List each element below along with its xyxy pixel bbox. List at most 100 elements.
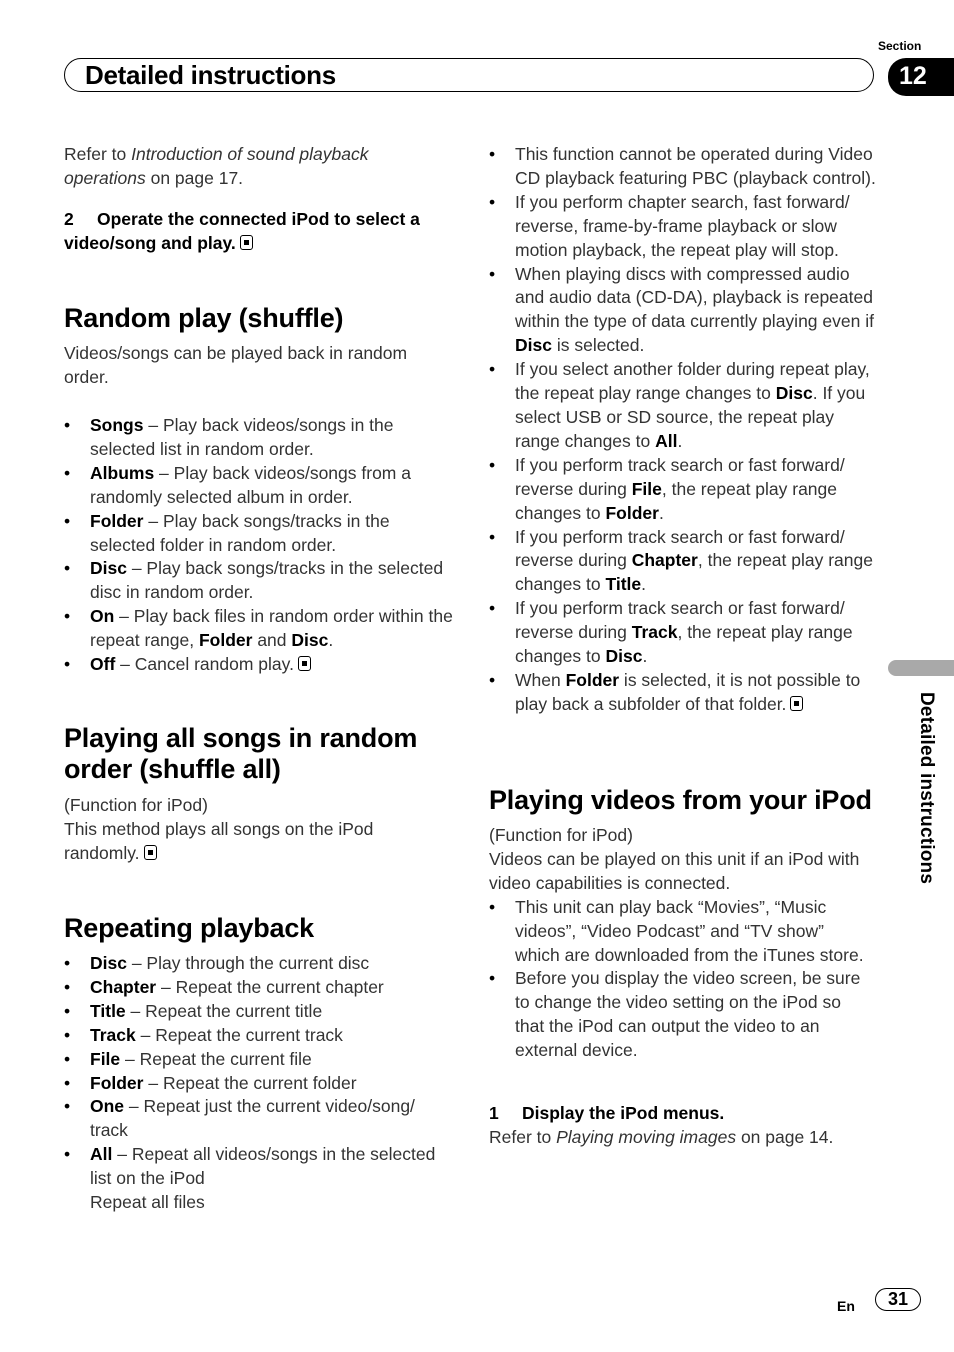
list-item: If you perform track search or fast forw… bbox=[489, 597, 881, 669]
list-item: One – Repeat just the current video/song… bbox=[64, 1095, 444, 1143]
list-item: Off – Cancel random play. bbox=[64, 653, 456, 677]
term: Chapter bbox=[90, 976, 157, 997]
end-mark-icon bbox=[297, 656, 311, 672]
list-item: Folder – Play back songs/tracks in the s… bbox=[64, 510, 456, 558]
term: All bbox=[90, 1144, 113, 1165]
desc: When bbox=[515, 669, 566, 690]
term: Folder bbox=[90, 1072, 144, 1093]
term: Folder bbox=[198, 630, 253, 651]
refer-paragraph: Refer to Playing moving images on page 1… bbox=[489, 1126, 879, 1150]
step-number: 2 bbox=[64, 209, 74, 229]
list-item: This unit can play back “Movies”, “Music… bbox=[489, 896, 869, 968]
refer-suffix: on page 14. bbox=[736, 1127, 834, 1147]
desc: – Repeat the current title bbox=[125, 1000, 323, 1021]
list-item: Albums – Play back videos/songs from a r… bbox=[64, 462, 456, 510]
list-item: Before you display the video screen, be … bbox=[489, 967, 869, 1063]
desc: . bbox=[328, 630, 334, 651]
desc-extra: Repeat all files bbox=[90, 1192, 205, 1213]
desc: . bbox=[642, 646, 648, 667]
term: Disc bbox=[291, 630, 329, 651]
header-bar: Detailed instructions bbox=[64, 58, 874, 92]
step-2: 2 Operate the connected iPod to select a … bbox=[64, 208, 454, 256]
list-item: Chapter – Repeat the current chapter bbox=[64, 976, 444, 1000]
list-item: All – Repeat all videos/songs in the sel… bbox=[64, 1143, 444, 1215]
heading-random-play: Random play (shuffle) bbox=[64, 303, 344, 333]
side-tab-label: Detailed instructions bbox=[916, 692, 937, 885]
end-mark-icon bbox=[143, 844, 157, 860]
desc: – Repeat the current track bbox=[135, 1024, 343, 1045]
desc: . bbox=[641, 574, 647, 595]
list-item: File – Repeat the current file bbox=[64, 1048, 444, 1072]
random-play-list: Songs – Play back videos/songs in the se… bbox=[64, 414, 456, 677]
step-1: 1 Display the iPod menus. bbox=[489, 1102, 879, 1126]
list-item: Songs – Play back videos/songs in the se… bbox=[64, 414, 456, 462]
term: Songs bbox=[90, 415, 144, 435]
desc: – Repeat the current chapter bbox=[156, 976, 384, 997]
page-number: 31 bbox=[875, 1288, 921, 1311]
function-note: (Function for iPod) bbox=[64, 795, 208, 815]
section-label: Section bbox=[878, 39, 922, 53]
videos-list: This unit can play back “Movies”, “Music… bbox=[489, 896, 869, 1063]
desc: is selected. bbox=[551, 335, 645, 356]
desc: – Repeat just the current video/song/ tr… bbox=[90, 1096, 415, 1141]
videos-body: (Function for iPod) Videos can be played… bbox=[489, 824, 869, 1063]
list-item: When Folder is selected, it is not possi… bbox=[489, 669, 881, 717]
function-note: (Function for iPod) bbox=[489, 825, 633, 845]
heading-repeating-playback: Repeating playback bbox=[64, 913, 314, 943]
desc: – Repeat the current file bbox=[120, 1048, 312, 1069]
term: Albums bbox=[90, 462, 155, 483]
desc: – Repeat the current folder bbox=[143, 1072, 357, 1093]
term: Title bbox=[90, 1000, 126, 1021]
heading-playing-videos: Playing videos from your iPod bbox=[489, 785, 872, 815]
heading-shuffle-all: Playing all songs in random order (shuff… bbox=[64, 723, 418, 784]
list-item: If you select another folder during repe… bbox=[489, 358, 881, 454]
term: Disc bbox=[515, 335, 552, 356]
list-item: Title – Repeat the current title bbox=[64, 1000, 444, 1024]
term: Track bbox=[631, 622, 678, 643]
videos-desc: Videos can be played on this unit if an … bbox=[489, 848, 860, 893]
desc: . bbox=[658, 502, 664, 523]
desc: and bbox=[252, 630, 292, 651]
list-item: On – Play back files in random order wit… bbox=[64, 605, 456, 653]
term: Folder bbox=[565, 669, 620, 690]
intro-paragraph: Refer to Introduction of sound playback … bbox=[64, 143, 454, 191]
term: Off bbox=[90, 654, 116, 675]
repeat-notes-list: This function cannot be operated during … bbox=[489, 143, 881, 717]
desc: – Repeat all videos/songs in the selecte… bbox=[90, 1144, 436, 1189]
shuffle-all-body: (Function for iPod) This method plays al… bbox=[64, 794, 414, 866]
desc: When playing discs with compressed audio… bbox=[515, 263, 874, 332]
language-label: En bbox=[837, 1298, 855, 1314]
term: On bbox=[90, 606, 115, 627]
term: Folder bbox=[90, 510, 144, 531]
list-item: If you perform chapter search, fast forw… bbox=[489, 191, 881, 263]
list-item: Disc – Play through the current disc bbox=[64, 952, 444, 976]
list-item: Track – Repeat the current track bbox=[64, 1024, 444, 1048]
desc: – Play back songs/tracks in the selected… bbox=[90, 558, 444, 603]
repeat-list: Disc – Play through the current disc Cha… bbox=[64, 952, 444, 1215]
desc: – Cancel random play. bbox=[115, 654, 294, 675]
refer-prefix: Refer to bbox=[489, 1127, 557, 1147]
intro-prefix: Refer to bbox=[64, 144, 132, 164]
random-play-desc: Videos/songs can be played back in rando… bbox=[64, 343, 408, 387]
term: Disc bbox=[90, 953, 127, 973]
refer-link[interactable]: Playing moving images bbox=[556, 1127, 736, 1147]
header-title: Detailed instructions bbox=[85, 60, 336, 90]
step-text: Display the iPod menus. bbox=[522, 1103, 725, 1123]
term: One bbox=[90, 1096, 125, 1117]
side-tab-marker bbox=[888, 660, 954, 676]
term: Folder bbox=[605, 502, 659, 523]
desc: This function cannot be operated during … bbox=[515, 144, 876, 188]
list-item: If you perform track search or fast forw… bbox=[489, 526, 881, 598]
end-mark-icon bbox=[790, 695, 804, 711]
term: File bbox=[631, 478, 662, 499]
term: File bbox=[90, 1048, 121, 1069]
desc: . bbox=[677, 430, 683, 451]
list-item: If you perform track search or fast forw… bbox=[489, 454, 881, 526]
term: All bbox=[655, 430, 678, 451]
list-item: Disc – Play back songs/tracks in the sel… bbox=[64, 557, 456, 605]
term: Disc bbox=[775, 383, 813, 404]
desc: – Play through the current disc bbox=[126, 953, 370, 973]
end-mark-icon bbox=[239, 234, 253, 250]
shuffle-all-desc: This method plays all songs on the iPod … bbox=[64, 818, 374, 863]
list-item: Folder – Repeat the current folder bbox=[64, 1072, 444, 1096]
